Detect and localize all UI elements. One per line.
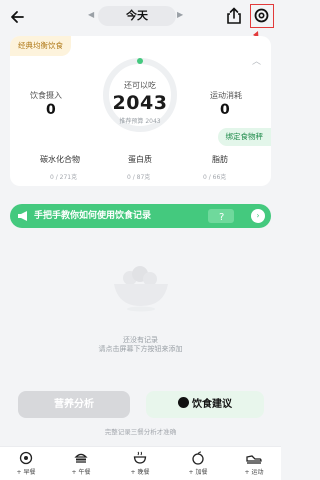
megaphone-icon (18, 211, 27, 221)
macro-value: 0 / 271克 (50, 174, 78, 181)
empty-bowl-icon (114, 266, 168, 312)
collapse-chevron-icon[interactable]: ︿ (252, 54, 261, 67)
add-breakfast-button[interactable]: + 早餐 (4, 451, 48, 479)
macro-value: 0 / 66克 (203, 174, 227, 181)
macro-carbs: 碳水化合物 (30, 154, 90, 165)
svg-text:?: ? (219, 212, 224, 223)
analysis-hint: 完整记录三餐分析才准确 (104, 428, 177, 436)
recommended-budget: 推荐预算 2043 (119, 118, 161, 125)
lunch-icon (74, 453, 88, 463)
banner-text: 手把手教你如何使用饮食记录 (34, 211, 152, 221)
back-button[interactable] (8, 7, 28, 27)
tutorial-banner[interactable]: 手把手教你如何使用饮食记录 ? › (10, 204, 271, 228)
banner-decoration-icon: ? (208, 209, 234, 223)
add-snack-label: + 加餐 (188, 469, 208, 476)
date-navigator: ◀ 今天 ▶ (88, 6, 184, 26)
nutrition-analysis-button[interactable]: 营养分析 (18, 391, 130, 418)
exercise-label: 运动消耗 (210, 91, 242, 100)
calorie-summary-card: 经典均衡饮食 ︿ 饮食摄入 0 还可以吃 2043 推荐预算 2043 运动消耗… (10, 36, 271, 186)
diet-advice-button[interactable]: 饮食建议 (146, 391, 264, 418)
add-dinner-button[interactable]: + 晚餐 (118, 451, 162, 479)
next-day-button[interactable]: ▶ (177, 10, 183, 19)
diet-record-screen: ◀ 今天 ▶ 经典均衡饮食 ︿ 饮食摄入 0 还可以吃 2043 推荐预算 20… (0, 0, 281, 480)
add-lunch-button[interactable]: + 午餐 (59, 451, 103, 479)
snack-icon (192, 451, 204, 465)
remaining-label: 还可以吃 (124, 81, 156, 90)
diet-advice-label: 饮食建议 (192, 399, 232, 410)
add-lunch-label: + 午餐 (71, 469, 91, 476)
top-bar: ◀ 今天 ▶ (0, 0, 281, 58)
remaining-calories: 2043 (112, 92, 168, 114)
diet-plan-badge[interactable]: 经典均衡饮食 (10, 36, 71, 56)
add-breakfast-label: + 早餐 (16, 469, 36, 476)
prev-day-button[interactable]: ◀ (88, 10, 94, 19)
macro-fat: 脂肪 (190, 154, 250, 165)
macro-name: 碳水化合物 (40, 155, 80, 164)
share-icon (227, 7, 241, 24)
exercise-icon (246, 455, 262, 464)
macro-value: 0 / 87克 (127, 174, 151, 181)
intake-label: 饮食摄入 (30, 91, 62, 100)
add-exercise-label: + 运动 (244, 469, 264, 476)
add-exercise-button[interactable]: + 运动 (232, 451, 276, 479)
banner-arrow-icon: › (251, 209, 265, 223)
gear-icon (254, 8, 269, 23)
empty-state-hint: 请点击屏幕下方按钮来添加 (98, 345, 183, 353)
meal-add-bar: + 早餐 + 午餐 + 晚餐 + 加餐 + 运动 (0, 446, 281, 480)
add-dinner-label: + 晚餐 (130, 469, 150, 476)
exercise-value: 0 (220, 102, 230, 118)
macro-name: 蛋白质 (128, 155, 152, 164)
share-button[interactable] (224, 6, 244, 26)
current-date[interactable]: 今天 (98, 6, 176, 26)
back-arrow-icon (11, 11, 24, 23)
breakfast-icon (19, 451, 33, 465)
bind-food-scale-button[interactable]: 绑定食物秤 (217, 128, 271, 146)
add-snack-button[interactable]: + 加餐 (176, 451, 220, 479)
settings-button[interactable] (250, 4, 274, 28)
intake-value: 0 (46, 102, 56, 118)
macro-name: 脂肪 (212, 155, 228, 164)
dinner-icon (133, 451, 147, 464)
macro-protein: 蛋白质 (110, 154, 170, 165)
advice-icon (178, 397, 189, 408)
